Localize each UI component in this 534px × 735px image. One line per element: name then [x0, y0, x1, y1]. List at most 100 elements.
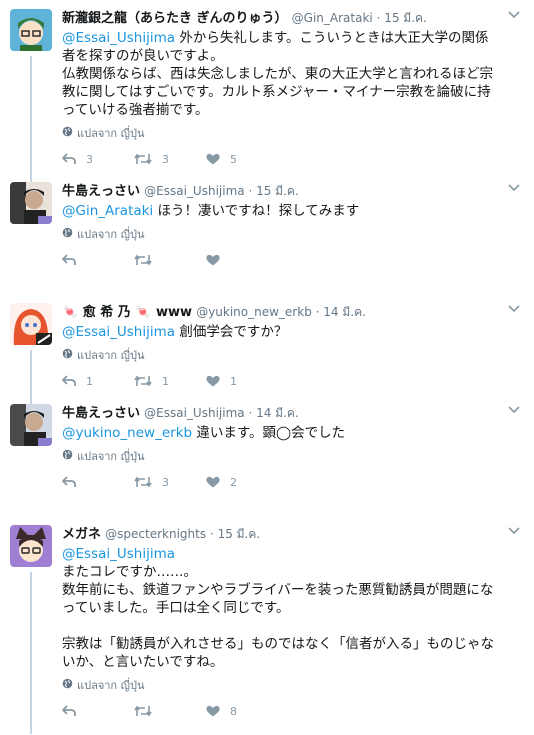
conversation-group: 🍬 愈 希 乃 🍬 www @yukino_new_erkb · 14 มี.ค… [0, 294, 534, 506]
chevron-down-icon[interactable] [508, 181, 520, 195]
translate-link[interactable]: แปลจาก ญี่ปุ่น [62, 677, 498, 693]
avatar[interactable] [10, 525, 52, 567]
retweet-button[interactable] [134, 705, 206, 717]
translate-label: แปลจาก ญี่ปุ่น [77, 450, 145, 463]
mention-link[interactable]: @yukino_new_erkb [62, 425, 192, 441]
tweet-line: 宗教は「勧誘員が入れさせる」ものではなく「信者が入る」ものじゃないか、と言いたい… [62, 636, 494, 670]
avatar[interactable] [10, 182, 52, 224]
translate-label: แปลจาก ญี่ปุ่น [77, 127, 145, 140]
timestamp[interactable]: 15 มี.ค. [218, 527, 261, 541]
tweet[interactable]: 新瀧銀之龍（あらたき ぎんのりゅう） @Gin_Arataki · 15 มี.… [0, 0, 534, 182]
retweet-button[interactable] [134, 254, 206, 266]
translate-link[interactable]: แปลจาก ญี่ปุ่น [62, 226, 498, 242]
like-icon [206, 476, 220, 488]
reply-button[interactable] [62, 705, 134, 717]
tweet-text: @Gin_Arataki ほう！凄いですね！探してみます [62, 202, 498, 220]
tweet-text: @Essai_Ushijima 外から失礼します。こういうときは大正大学の関係者… [62, 29, 498, 119]
tweet-text-content: 違います。顕◯会でした [192, 425, 346, 441]
separator: · [311, 305, 324, 319]
chevron-down-icon[interactable] [508, 302, 520, 316]
globe-icon [62, 227, 73, 241]
tweet-line: @yukino_new_erkb 違います。顕◯会でした [62, 424, 498, 442]
translate-link[interactable]: แปลจาก ญี่ปุ่น [62, 448, 498, 464]
mention-link[interactable]: @Essai_Ushijima [62, 324, 175, 340]
display-name[interactable]: メガネ [62, 527, 101, 542]
retweet-button[interactable]: 3 [134, 476, 206, 489]
display-name[interactable]: 牛島えっさい [62, 184, 140, 199]
reply-icon [62, 705, 76, 717]
reply-button[interactable] [62, 476, 134, 488]
reply-button[interactable] [62, 254, 134, 266]
tweet[interactable]: メガネ @specterknights · 15 มี.ค. @Essai_Ush… [0, 516, 534, 734]
avatar[interactable] [10, 9, 52, 51]
retweet-icon [134, 375, 152, 387]
avatar[interactable] [10, 404, 52, 446]
like-count: 2 [230, 475, 237, 489]
tweet[interactable]: 牛島えっさい @Essai_Ushijima · 14 มี.ค. @yukino… [0, 395, 534, 496]
like-button[interactable]: 5 [206, 153, 278, 166]
tweet-text: @Essai_Ushijima またコレですか……。 数年前にも、鉄道ファンやラブラ… [62, 545, 498, 671]
tweet-header: 牛島えっさい @Essai_Ushijima · 14 มี.ค. [62, 404, 498, 423]
tweet-line: @Essai_Ushijima 外から失礼します。こういうときは大正大学の関係者… [62, 29, 498, 65]
reply-icon [62, 254, 76, 266]
like-icon [206, 153, 220, 165]
tweet-line: またコレですか……。 [62, 564, 197, 580]
timeline: 新瀧銀之龍（あらたき ぎんのりゅう） @Gin_Arataki · 15 มี.… [0, 0, 534, 735]
tweet-actions: 1 1 1 [62, 367, 498, 395]
timestamp[interactable]: 15 มี.ค. [256, 184, 299, 198]
username[interactable]: @specterknights [105, 527, 206, 541]
translate-link[interactable]: แปลจาก ญี่ปุ่น [62, 347, 498, 363]
username[interactable]: @Gin_Arataki [292, 11, 373, 25]
thread-line [30, 395, 32, 404]
tweet[interactable]: 牛島えっさい @Essai_Ushijima · 15 มี.ค. @Gin_Ar… [0, 173, 534, 274]
reply-count: 3 [86, 152, 93, 166]
retweet-icon [134, 254, 152, 266]
like-count: 1 [230, 374, 237, 388]
tweet[interactable]: 🍬 愈 希 乃 🍬 www @yukino_new_erkb · 14 มี.ค… [0, 294, 534, 404]
avatar[interactable] [10, 303, 52, 345]
chevron-down-icon[interactable] [508, 524, 520, 538]
chevron-down-icon[interactable] [508, 8, 520, 22]
tweet-line [62, 617, 498, 635]
like-button[interactable]: 2 [206, 476, 278, 489]
mention-link[interactable]: @Essai_Ushijima [62, 30, 175, 46]
chevron-down-icon[interactable] [508, 403, 520, 417]
like-button[interactable] [206, 254, 278, 266]
tweet-line: @Essai_Ushijima [62, 545, 498, 563]
mention-link[interactable]: @Gin_Arataki [62, 203, 153, 219]
reply-button[interactable]: 1 [62, 375, 134, 388]
retweet-button[interactable]: 3 [134, 153, 206, 166]
username[interactable]: @Essai_Ushijima [144, 184, 244, 198]
tweet-text-content: ほう！凄いですね！探してみます [153, 203, 360, 219]
username[interactable]: @Essai_Ushijima [144, 406, 244, 420]
display-name[interactable]: 牛島えっさい [62, 406, 140, 421]
tweet-actions: 8 [62, 697, 498, 725]
display-name[interactable]: 新瀧銀之龍（あらたき ぎんのりゅう） [62, 11, 288, 26]
timestamp[interactable]: 15 มี.ค. [384, 11, 427, 25]
username[interactable]: @yukino_new_erkb [196, 305, 312, 319]
timestamp[interactable]: 14 มี.ค. [256, 406, 299, 420]
retweet-button[interactable]: 1 [134, 375, 206, 388]
mention-link[interactable]: @Essai_Ushijima [62, 546, 175, 562]
retweet-icon [134, 476, 152, 488]
conversation-group: メガネ @specterknights · 15 มี.ค. @Essai_Ush… [0, 516, 534, 735]
reply-button[interactable]: 3 [62, 153, 134, 166]
timestamp[interactable]: 14 มี.ค. [323, 305, 366, 319]
reply-count: 1 [86, 374, 93, 388]
like-icon [206, 375, 220, 387]
reply-icon [62, 375, 76, 387]
thread-line [30, 173, 32, 182]
globe-icon [62, 348, 73, 362]
like-button[interactable]: 1 [206, 375, 278, 388]
thread-line [30, 572, 32, 734]
like-button[interactable]: 8 [206, 705, 278, 718]
translate-link[interactable]: แปลจาก ญี่ปุ่น [62, 125, 498, 141]
retweet-count: 1 [162, 374, 169, 388]
tweet-text: @yukino_new_erkb 違います。顕◯会でした [62, 424, 498, 442]
reply-icon [62, 153, 76, 165]
reply-icon [62, 476, 76, 488]
display-name[interactable]: 🍬 愈 希 乃 🍬 www [62, 305, 192, 320]
translate-label: แปลจาก ญี่ปุ่น [77, 349, 145, 362]
